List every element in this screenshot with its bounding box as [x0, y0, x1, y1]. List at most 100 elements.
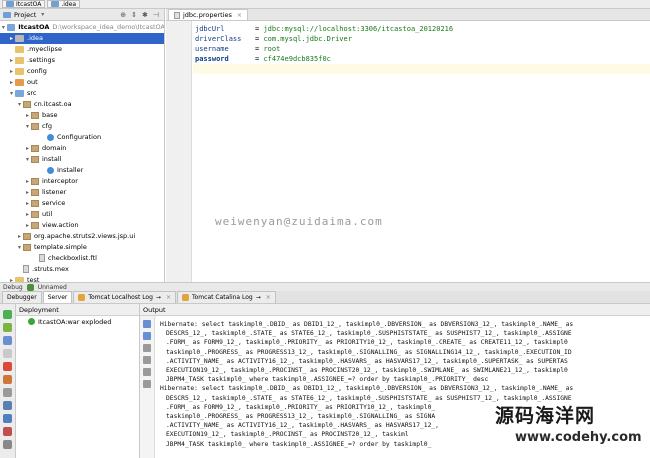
- breadcrumb-folder[interactable]: .idea: [47, 0, 81, 8]
- clear-all-icon[interactable]: [143, 380, 151, 388]
- tab-debugger[interactable]: Debugger: [2, 291, 42, 303]
- collapsed-icon[interactable]: ▸: [8, 68, 15, 75]
- code-line-current: [193, 64, 650, 74]
- sync-icon[interactable]: ⊕: [120, 11, 126, 19]
- deployment-item[interactable]: ItcastOA:war exploded: [16, 316, 139, 327]
- tree-item-template-simple[interactable]: ▾ template.simple: [0, 242, 164, 253]
- tree-item-config[interactable]: ▸ config: [0, 66, 164, 77]
- tab-server[interactable]: Server: [42, 291, 73, 303]
- mute-breakpoints-icon[interactable]: [3, 388, 12, 397]
- module-folder-icon: [6, 23, 16, 31]
- file-icon: [23, 265, 29, 274]
- tab-tomcat-catalina-log[interactable]: Tomcat Catalina Log → ×: [176, 291, 276, 303]
- package-icon: [31, 144, 39, 152]
- dropdown-chevron-icon[interactable]: ▾: [39, 11, 46, 18]
- expanded-icon[interactable]: ▾: [16, 244, 23, 251]
- collapse-icon[interactable]: ⇕: [131, 11, 137, 19]
- collapsed-icon[interactable]: ▸: [24, 178, 31, 185]
- tomcat-icon: [181, 294, 189, 301]
- code-editor[interactable]: jdbcUrl = jdbc:mysql://localhost:3306/itc…: [193, 21, 650, 282]
- tree-item-out[interactable]: ▸ out: [0, 77, 164, 88]
- rerun-icon[interactable]: [3, 310, 12, 319]
- output-line: JBPM4_TASK taskimpl0_ where taskimpl0_.A…: [166, 376, 489, 384]
- scroll-down-icon[interactable]: [143, 332, 151, 340]
- collapsed-icon[interactable]: ▸: [24, 200, 31, 207]
- tree-item-checkboxlist[interactable]: checkboxlist.ftl: [0, 253, 164, 264]
- expanded-icon[interactable]: ▾: [16, 101, 23, 108]
- expanded-icon[interactable]: ▾: [24, 156, 31, 163]
- project-panel-header: Project ▾ ⊕ ⇕ ✱ ⊣: [0, 9, 164, 21]
- close-icon[interactable]: ×: [166, 294, 171, 301]
- update-icon[interactable]: [3, 336, 12, 345]
- folder-icon: [15, 45, 24, 53]
- close-icon[interactable]: ×: [266, 294, 271, 301]
- collapsed-icon[interactable]: ▸: [24, 189, 31, 196]
- settings-icon[interactable]: [3, 401, 12, 410]
- gear-icon[interactable]: ✱: [142, 11, 148, 19]
- tree-item-service[interactable]: ▸ service: [0, 198, 164, 209]
- tree-item-cn-itcast-oa[interactable]: ▾ cn.itcast.oa: [0, 99, 164, 110]
- tree-item-install[interactable]: ▾ install: [0, 154, 164, 165]
- collapsed-icon[interactable]: ▸: [8, 79, 15, 86]
- package-icon: [31, 177, 39, 185]
- collapsed-icon[interactable]: ▸: [24, 145, 31, 152]
- tree-item-src[interactable]: ▾ src: [0, 88, 164, 99]
- tree-item-struts-mex[interactable]: .struts.mex: [0, 264, 164, 275]
- stop-icon[interactable]: [3, 362, 12, 371]
- scroll-to-end-icon[interactable]: [143, 356, 151, 364]
- chevron-right-icon: →: [255, 294, 261, 301]
- collapsed-icon[interactable]: ▸: [24, 211, 31, 218]
- debug-label[interactable]: Debug: [3, 284, 23, 291]
- tree-item-view-action[interactable]: ▸ view.action: [0, 220, 164, 231]
- tree-item-interceptor[interactable]: ▸ interceptor: [0, 176, 164, 187]
- layout-icon[interactable]: [3, 414, 12, 423]
- tree-item-listener[interactable]: ▸ listener: [0, 187, 164, 198]
- expanded-icon[interactable]: ▾: [24, 123, 31, 130]
- print-icon[interactable]: [143, 368, 151, 376]
- breadcrumb-project[interactable]: ItcastOA: [2, 0, 46, 8]
- tree-item-itcastoa[interactable]: ▾ ItcastOA D:\workspace_idea_demo\Itcast…: [0, 22, 164, 33]
- watermark-url: www.codehy.com: [515, 430, 642, 445]
- tree-item-idea[interactable]: ▸ .idea: [0, 33, 164, 44]
- watermark-text: weiwenyan@zuidaima.com: [215, 215, 383, 228]
- resume-icon[interactable]: [3, 323, 12, 332]
- ftl-file-icon: [39, 254, 45, 263]
- output-line: .ACTIVITY_NAME_ as ACTIVITY16_12_, taski…: [166, 357, 568, 365]
- close-icon[interactable]: ×: [237, 12, 242, 19]
- pause-icon[interactable]: [3, 349, 12, 358]
- project-panel-title[interactable]: Project: [14, 11, 36, 19]
- folder-icon: [15, 34, 24, 42]
- scroll-up-icon[interactable]: [143, 320, 151, 328]
- collapsed-icon[interactable]: ▸: [24, 112, 31, 119]
- code-line: jdbcUrl = jdbc:mysql://localhost:3306/itc…: [195, 25, 454, 33]
- code-line: driverClass = com.mysql.jdbc.Driver: [195, 35, 352, 43]
- tree-item-domain[interactable]: ▸ domain: [0, 143, 164, 154]
- tab-jdbc-properties[interactable]: jdbc.properties ×: [168, 9, 248, 20]
- soft-wrap-icon[interactable]: [143, 344, 151, 352]
- debug-config[interactable]: Unnamed: [38, 284, 67, 291]
- tree-item-util[interactable]: ▸ util: [0, 209, 164, 220]
- expanded-icon[interactable]: ▾: [8, 90, 15, 97]
- pin-icon[interactable]: [3, 427, 12, 436]
- tab-tomcat-localhost-log[interactable]: Tomcat Localhost Log → ×: [73, 291, 176, 303]
- tree-item-base[interactable]: ▸ base: [0, 110, 164, 121]
- tree-item-myeclipse[interactable]: .myeclipse: [0, 44, 164, 55]
- tree-item-installer[interactable]: Installer: [0, 165, 164, 176]
- package-icon: [31, 155, 39, 163]
- collapsed-icon[interactable]: ▸: [16, 233, 23, 240]
- tree-item-struts-views[interactable]: ▸ org.apache.struts2.views.jsp.ui: [0, 231, 164, 242]
- tree-item-test[interactable]: ▸ test: [0, 275, 164, 282]
- collapsed-icon[interactable]: ▸: [8, 35, 15, 42]
- collapsed-icon[interactable]: ▸: [24, 222, 31, 229]
- hide-icon[interactable]: ⊣: [153, 11, 159, 19]
- source-folder-icon: [15, 89, 24, 97]
- tree-item-settings[interactable]: ▸ .settings: [0, 55, 164, 66]
- output-line: Hibernate: select taskimpl0_.DBID_ as DB…: [160, 321, 574, 328]
- close-panel-icon[interactable]: [3, 440, 12, 449]
- tree-item-cfg[interactable]: ▾ cfg: [0, 121, 164, 132]
- expanded-icon[interactable]: ▾: [0, 24, 7, 31]
- breakpoints-icon[interactable]: [3, 375, 12, 384]
- output-header: Output: [140, 304, 650, 316]
- tree-item-configuration[interactable]: Configuration: [0, 132, 164, 143]
- collapsed-icon[interactable]: ▸: [8, 57, 15, 64]
